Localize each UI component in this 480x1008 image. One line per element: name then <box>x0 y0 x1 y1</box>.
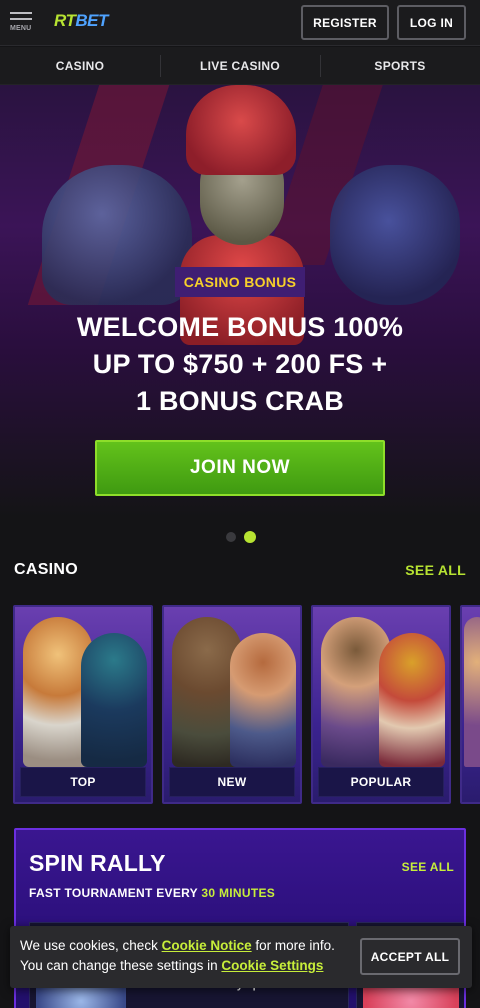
cookie-text-part3: You can change these settings in <box>20 958 218 973</box>
spin-rally-see-all-link[interactable]: SEE ALL <box>402 860 454 874</box>
hero-character-shark <box>42 165 192 305</box>
cookie-text-part1: We use cookies, check <box>20 938 158 953</box>
card-art <box>81 633 147 767</box>
cookie-text: We use cookies, check Cookie Notice for … <box>20 936 360 976</box>
card-art <box>379 633 445 767</box>
register-button[interactable]: REGISTER <box>301 5 389 40</box>
join-now-button[interactable]: JOIN NOW <box>95 440 385 496</box>
main-nav: CASINO LIVE CASINO SPORTS <box>0 47 480 85</box>
category-card-popular[interactable]: POPULAR <box>311 605 451 804</box>
login-button[interactable]: LOG IN <box>397 5 466 40</box>
spin-rally-subtitle: FAST TOURNAMENT EVERY 30 MINUTES <box>29 886 275 900</box>
hero-headline: WELCOME BONUS 100% UP TO $750 + 200 FS +… <box>20 309 460 420</box>
card-art <box>230 633 296 767</box>
casino-bonus-badge: CASINO BONUS <box>175 267 305 297</box>
hamburger-icon <box>10 12 32 14</box>
nav-item-live-casino[interactable]: LIVE CASINO <box>160 47 320 84</box>
cookie-text-part2: for more info. <box>255 938 335 953</box>
hero-character-monster <box>330 165 460 305</box>
nav-item-casino[interactable]: CASINO <box>0 47 160 84</box>
hero-banner: CASINO BONUS WELCOME BONUS 100% UP TO $7… <box>0 85 480 555</box>
spin-rally-subtitle-accent: 30 MINUTES <box>201 886 276 900</box>
casino-section-title: CASINO <box>14 561 79 578</box>
carousel-dots <box>226 531 256 543</box>
logo-bet: BET <box>75 11 108 30</box>
cookie-notice-link[interactable]: Cookie Notice <box>162 938 252 953</box>
page: MENU RTBET REGISTER LOG IN CASINO LIVE C… <box>0 0 480 1008</box>
carousel-dot-2[interactable] <box>244 531 256 543</box>
logo-rt: RT <box>54 11 76 30</box>
hero-headline-line2: UP TO $750 + 200 FS + <box>92 349 388 379</box>
hero-headline-line3: 1 BONUS CRAB <box>136 386 344 416</box>
menu-button[interactable]: MENU <box>10 12 36 34</box>
category-card-new[interactable]: NEW <box>162 605 302 804</box>
hero-character-hat <box>186 85 296 175</box>
category-label: TOP <box>20 767 146 797</box>
category-card-top[interactable]: TOP <box>13 605 153 804</box>
accept-all-button[interactable]: ACCEPT ALL <box>360 938 460 975</box>
spin-rally-title: SPIN RALLY <box>29 850 166 876</box>
spin-rally-subtitle-text: FAST TOURNAMENT EVERY <box>29 886 198 900</box>
hero-headline-line1: WELCOME BONUS 100% <box>76 312 404 342</box>
carousel-dot-1[interactable] <box>226 532 236 542</box>
category-label: POPULAR <box>318 767 444 797</box>
menu-label: MENU <box>10 25 32 32</box>
cookie-banner: We use cookies, check Cookie Notice for … <box>10 926 472 988</box>
category-label: NEW <box>169 767 295 797</box>
category-card-partial[interactable] <box>460 605 480 804</box>
cookie-settings-link[interactable]: Cookie Settings <box>221 958 323 973</box>
nav-item-sports[interactable]: SPORTS <box>320 47 480 84</box>
casino-see-all-link[interactable]: SEE ALL <box>405 562 466 578</box>
brand-logo[interactable]: RTBET <box>54 11 108 31</box>
casino-categories: TOP NEW POPULAR <box>13 605 480 805</box>
hamburger-icon-line <box>10 18 32 20</box>
top-header: MENU RTBET REGISTER LOG IN <box>0 0 480 46</box>
card-art <box>464 617 480 767</box>
